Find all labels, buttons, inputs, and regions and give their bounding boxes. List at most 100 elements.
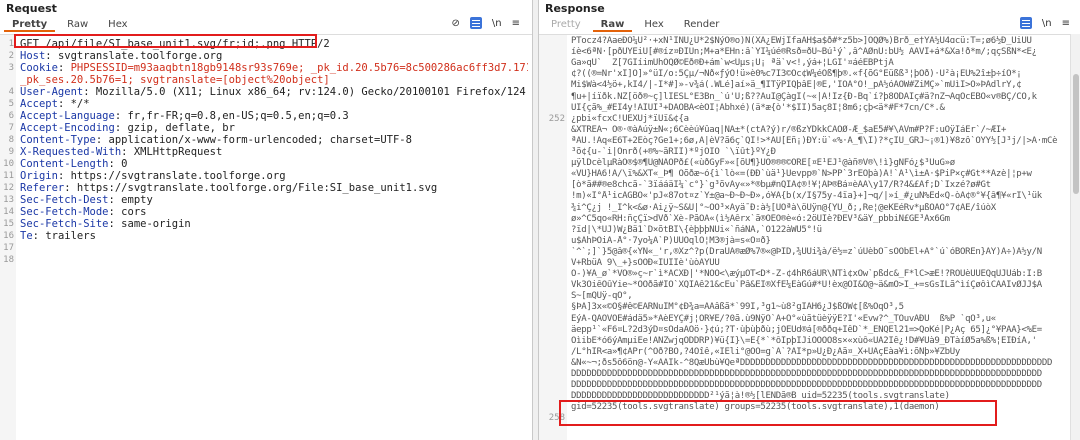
response-line: Ga»qÚ` Z[7GÍíimÚhÖQØ©Eð®Ð+ám`w<Uµs¡U¡ ªä… [539, 58, 1080, 69]
header-name: Cookie [20, 63, 58, 74]
response-tab-render[interactable]: Render [676, 17, 728, 32]
response-line-text: &N«~¬;ðs5ô6ön@-Ý«ÃÄÌk-^8QæÙbù¥QeªDDDDDDD… [571, 357, 1053, 368]
header-value: application/x-www-form-urlencoded; chars… [108, 135, 412, 146]
header-value: https://svgtranslate.toolforge.org/File:… [76, 183, 438, 194]
response-line-text: ³õ¢{u-`i|Önrð(+®%~ãRÍÍ)*ºjÓÍÕ `\ïût}ºÝ¿Ð [571, 147, 776, 157]
line-number: 10 [3, 159, 14, 169]
header-name: User-Agent [20, 87, 84, 98]
request-line: 16 Te: trailers [0, 231, 532, 242]
response-line-text: äepp¹`«F6¤L?2d3ýD¤sÕdaÃÒö·}¢ú;?T·ùþùþðù;… [571, 324, 1042, 335]
request-line: 12 Referer: https://svgtranslate.toolforg… [0, 183, 532, 194]
request-line-text: Sec-Fetch-Mode: cors [20, 207, 147, 218]
header-name: Accept-Encoding [20, 123, 115, 134]
newline-toggle-icon[interactable]: \n [1042, 18, 1052, 29]
request-line: 17 [0, 243, 532, 254]
response-line-text: /L°hÍR<a»¶¢ÄPr(^Öð?BÒ,?4Oîê,«ÏÈli°@ÕÕ=g`… [571, 346, 961, 357]
wrap-lines-icon[interactable] [1019, 17, 1032, 29]
response-line: PTocz4?ÃaeÐÕ¼U²·+xÑ¹ÍNÜ¿Ú*2$NýÕ®o)Ñ(XÃ¿È… [539, 36, 1080, 47]
request-line: 15 Sec-Fetch-Site: same-origin [0, 219, 532, 230]
response-line-text: íè<6ªÑ·[pðÚÝÉiÙ[#®íz¤ÐÎÛn;M+a*EHn:â`ÝÍ¼ú… [571, 47, 1037, 58]
response-line: Mi$Wà<4½ö+,kÍ4/|-I*#]»-v¾á(.WLé]aí»ä_¶ÎT… [539, 80, 1080, 91]
line-number: 18 [3, 255, 14, 265]
header-name: Sec-Fetch-Site [20, 219, 109, 230]
response-line: ¢?((®=Nr'xÍ]O]»°üÍ/o:5Çµ/¬Ñð«ƒýO!ü»è0%c7… [539, 69, 1080, 80]
response-line: äepp¹`«F6¤L?2d3ýD¤sÕdaÃÒö·}¢ú;?T·ùþùþðù;… [539, 325, 1080, 336]
header-name: Content-Length [20, 159, 109, 170]
response-line-text: u$ÃhÞÒiÃ-Å°·7yo¼Ã`P)UUOqlO¦M3®jà=s«Ô¤ð} [571, 235, 771, 246]
request-line-text: Host: svgtranslate.toolforge.org [20, 51, 223, 62]
request-tab-raw[interactable]: Raw [59, 17, 96, 32]
header-name: Sec-Fetch-Dest [20, 195, 109, 206]
request-line-text: User-Agent: Mozilla/5.0 (X11; Linux x86_… [20, 87, 528, 98]
response-editor[interactable]: PTocz4?ÃaeÐÕ¼U²·+xÑ¹ÍNÜ¿Ú*2$NýÕ®o)Ñ(XÃ¿È… [539, 34, 1080, 440]
response-toolbar: \n ≡ [1019, 17, 1070, 29]
header-name: Te [20, 231, 33, 242]
hide-eye-icon[interactable]: ⊘ [452, 18, 460, 29]
header-value: svgtranslate.toolforge.org [57, 51, 223, 62]
request-title: Request [6, 2, 57, 15]
request-line: 13 Sec-Fetch-Dest: empty [0, 195, 532, 206]
header-value: XMLHttpRequest [133, 147, 223, 158]
header-value: gzip, deflate, br [127, 123, 235, 134]
menu-icon[interactable]: ≡ [512, 18, 520, 29]
response-line-text: ø»^C5qo«RH:ñçÇï>dVð`Xè-PãÕÃ«(ì½Äêrx`ã®ÓÈ… [571, 213, 950, 224]
header-value: 0 [121, 159, 128, 170]
request-line: 7 Accept-Encoding: gzip, deflate, br [0, 123, 532, 134]
newline-toggle-icon[interactable]: \n [492, 18, 502, 29]
response-line-text: Ga»qÚ` Z[7GÍíimÚhÖQØ©Eð®Ð+ám`w<Uµs¡U¡ ªä… [571, 58, 894, 69]
response-line-text: ¢?((®=Nr'xÍ]O]»°üÍ/o:5Çµ/¬Ñð«ƒýO!ü»è0%c7… [571, 69, 1022, 80]
header-value: https://svgtranslate.toolforge.org [70, 171, 286, 182]
response-scrollbar[interactable] [1070, 34, 1080, 440]
response-line: µÿlDcèlµRàÔ®$®¶Ú@ÑÃÕPð£(«ùðGyF»«[õU¶}ÚÖ®… [539, 158, 1080, 169]
response-line: OìibE*ó6ýÃmµiEe!ÃÑZwjqODDRP)¥ü{I}\=E{*`*… [539, 336, 1080, 347]
response-line-text: OìibE*ó6ýÃmµiEe!ÃÑZwjqODDRP)¥ü{I}\=E{*`*… [571, 335, 1037, 346]
request-line: 11 Origin: https://svgtranslate.toolforge… [0, 171, 532, 182]
response-line: ¶u+|íïðk.ÑZ[öð®~ç]lÍÈSL°E3Bn_`ú'Ú;ß??ÄuÍ… [539, 92, 1080, 103]
response-line: §ÞÃ]3x«©Ö§#ê©ÉÃRNuÍM°¢Ð¾a=ÃÃâßã*`99Í,³g1… [539, 302, 1080, 313]
request-panel: Request Pretty Raw Hex ⊘ \n ≡ 1 GET /api/… [0, 0, 533, 440]
request-line: 8 Content-Type: application/x-www-form-ur… [0, 135, 532, 146]
response-line-text: PTocz4?ÃaeÐÕ¼U²·+xÑ¹ÍNÜ¿Ú*2$NýÕ®o)Ñ(XÃ¿È… [571, 36, 1032, 46]
response-line-text: ?ïd|\*ÚJ)W¿Bä1`D×õtBÍ\{èþþþÑÜi«`ñáÑÃ,`O1… [571, 224, 822, 235]
response-line-text: §ÞÃ]3x«©Ö§#ê©ÉÃRNuÍM°¢Ð¾a=ÃÃâßã*`99Í,³g1… [571, 302, 904, 313]
response-line: ³õ¢{u-`i|Önrð(+®%~ãRÍÍ)*ºjÓÍÕ `\ïût}ºÝ¿Ð [539, 147, 1080, 158]
line-number: 252 [548, 113, 565, 124]
response-line-text: DDDDDDDDDDDDDDDDDDDDDDDDDDDDDDDDDDDDDDDD… [571, 369, 1042, 379]
response-line-text: µÿlDcèlµRàÔ®$®¶Ú@ÑÃÕPð£(«ùðGyF»«[õU¶}ÚÖ®… [571, 158, 955, 169]
request-tab-hex[interactable]: Hex [100, 17, 135, 32]
line-number: 15 [3, 219, 14, 229]
response-line: íè<6ªÑ·[pðÚÝÉiÙ[#®íz¤ÐÎÛn;M+a*EHn:â`ÝÍ¼ú… [539, 47, 1080, 58]
response-line: «VÙ}HÃ6!Â/\ï%&XT«_Þ¶ Ôõðæ~ó{ì`lò«=(ÐÐ`ùä… [539, 169, 1080, 180]
response-line: `^`;]`}5@â®{«YÑ«_'r,®Xz^?p(DraÙÃ®æØ%7®«@… [539, 247, 1080, 258]
line-number: 7 [8, 123, 14, 133]
response-line-text: !m)«Í°Å¹icÂGBO«'pJ«87ot¤z`Y±@a~Ð~Ð~Ð»,ó¥… [571, 191, 1042, 202]
request-line-text: Cookie: PHPSESSID=m93aaqbtn18gb9148sr93s… [20, 63, 528, 74]
highlight-request-line [14, 34, 317, 48]
response-line: V+RbüÂ 9\_+}sÓÖÐ«ÏUÍIè'ùòÃÝÚU [539, 258, 1080, 269]
request-line: 9 X-Requested-With: XMLHttpRequest [0, 147, 532, 158]
header-value: Mozilla/5.0 (X11; Linux x86_64; rv:124.0… [95, 87, 528, 98]
response-line-text: Vk3ÓiêÓûYie~*ÕÒðã#IÔ`XQÌÃê21&cEu`Pâ&ÈÌ®X… [571, 280, 1042, 291]
wrap-lines-icon[interactable] [469, 17, 482, 29]
response-tab-hex[interactable]: Hex [636, 17, 671, 32]
header-name: Origin [20, 171, 58, 182]
response-line: Vk3ÓiêÓûYie~*ÕÒðã#IÔ`XQÌÃê21&cEu`Pâ&ÈÌ®X… [539, 280, 1080, 291]
response-line-text: EýÃ-QÃÕVÖÈ#ádä5»*ÄèÉYÇ#j¦ÕR¥E/?0ã.ù9ÑÿÕ`… [571, 313, 996, 324]
response-line-text: [ò*ã##®e8chcã-`3ïááäÏ¼`c°}`g³õvÂy«»*®bµ#… [571, 180, 991, 191]
header-name: Sec-Fetch-Mode [20, 207, 109, 218]
request-editor[interactable]: 1 GET /api/file/SI_base_unit1.svg/fr;id;.… [0, 34, 532, 440]
response-line: EýÃ-QÃÕVÖÈ#ádä5»*ÄèÉYÇ#j¦ÕR¥E/?0ã.ù9ÑÿÕ`… [539, 314, 1080, 325]
line-number: 4 [8, 87, 14, 97]
request-toolbar: ⊘ \n ≡ [452, 17, 520, 29]
request-tab-pretty[interactable]: Pretty [4, 17, 56, 32]
request-line: 2 Host: svgtranslate.toolforge.org [0, 51, 532, 62]
response-tab-pretty[interactable]: Pretty [543, 17, 589, 32]
menu-icon[interactable]: ≡ [1062, 18, 1070, 29]
response-tab-raw[interactable]: Raw [592, 17, 633, 32]
response-line: S~[mQUÿ-qÓ°, [539, 291, 1080, 302]
line-number: 5 [8, 99, 14, 109]
header-name: Host [20, 51, 46, 62]
header-value: empty [121, 195, 153, 206]
request-line: 6 Accept-Language: fr,fr-FR;q=0.8,en-US;q… [0, 111, 532, 122]
scrollbar-thumb[interactable] [1073, 74, 1079, 194]
